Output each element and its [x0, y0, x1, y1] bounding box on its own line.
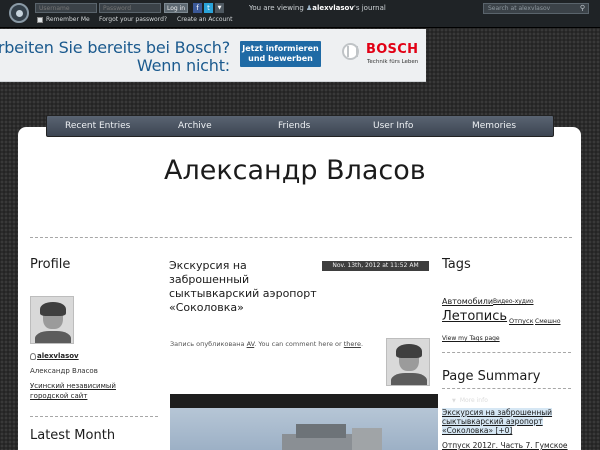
profile-heading: Profile: [30, 257, 71, 272]
nav-user-info[interactable]: User Info: [373, 121, 413, 131]
search-placeholder: Search at alexvlasov: [488, 5, 551, 12]
tag-link[interactable]: Отпуск: [509, 317, 534, 325]
journal-nav: Recent Entries Archive Friends User Info…: [46, 115, 554, 137]
post-author-avatar[interactable]: [386, 338, 430, 386]
page-summary-heading: Page Summary: [442, 369, 541, 384]
post-image[interactable]: [170, 394, 438, 450]
tag-link[interactable]: Видео-худио: [493, 298, 534, 305]
viewing-prefix: You are viewing: [249, 4, 304, 12]
page-summary-divider: [442, 388, 571, 389]
nav-recent-entries[interactable]: Recent Entries: [65, 121, 130, 131]
search-icon[interactable]: ⚲: [580, 4, 585, 13]
viewing-suffix: 's journal: [353, 4, 386, 12]
viewing-user-link[interactable]: alexvlasov: [312, 4, 354, 12]
ad-cta-line1: Jetzt informieren: [242, 44, 319, 53]
nav-memories[interactable]: Memories: [472, 121, 516, 131]
nav-friends[interactable]: Friends: [278, 121, 310, 131]
remember-me-label: Remember Me: [46, 16, 90, 23]
ad-cta-button[interactable]: Jetzt informieren und bewerben: [240, 41, 321, 67]
journal-title[interactable]: Александр Власов: [164, 155, 426, 186]
profile-avatar[interactable]: [30, 296, 74, 344]
summary-entry-link[interactable]: Экскурсия на заброшенный сыктывкарский аэ…: [442, 408, 572, 435]
more-info-toggle[interactable]: More info: [452, 397, 488, 404]
ad-cta-line2: und bewerben: [248, 54, 313, 63]
livejournal-logo-icon[interactable]: [9, 3, 29, 23]
header-divider: [30, 237, 572, 238]
ad-tagline: Technik fürs Leben: [367, 59, 419, 65]
tag-link[interactable]: Летопись: [442, 309, 507, 324]
post-title[interactable]: Экскурсия на заброшенный сыктывкарский а…: [169, 259, 329, 315]
twitter-icon[interactable]: t: [204, 3, 213, 13]
password-input[interactable]: [99, 3, 161, 13]
user-icon: [30, 352, 36, 360]
facebook-icon[interactable]: f: [193, 3, 202, 13]
latest-month-heading: Latest Month: [30, 428, 116, 443]
create-account-link[interactable]: Create an Account: [177, 16, 232, 23]
tags-divider: [442, 352, 571, 353]
profile-username[interactable]: alexvlasov: [30, 352, 79, 360]
profile-fullname: Александр Власов: [30, 367, 98, 375]
tag-link[interactable]: Смешно: [535, 318, 561, 325]
summary-entry-link[interactable]: Отпуск 2012г. Часть 7. Гумское: [442, 441, 572, 450]
post-there-link[interactable]: there: [344, 340, 361, 348]
nav-archive[interactable]: Archive: [178, 121, 212, 131]
profile-site-link[interactable]: Усинский независимый городской сайт: [30, 381, 116, 401]
ad-brand: BOSCH: [366, 42, 419, 57]
login-button[interactable]: Log in: [164, 3, 188, 13]
bosch-logo-icon: [342, 43, 359, 60]
sidebar-divider: [30, 416, 158, 417]
more-login-options-icon[interactable]: ▼: [215, 3, 224, 13]
username-input[interactable]: [35, 3, 97, 13]
tags-heading: Tags: [442, 257, 471, 272]
remember-me-checkbox[interactable]: [37, 17, 43, 23]
post-meta: Запись опубликована AV. You can comment …: [170, 340, 364, 348]
journal-search-input[interactable]: Search at alexvlasov ⚲: [483, 3, 589, 14]
post-date: Nov. 13th, 2012 at 11:52 AM: [322, 261, 429, 271]
tag-link[interactable]: Автомобили: [442, 297, 493, 306]
viewing-notice: You are viewing ♟alexvlasov's journal: [249, 4, 386, 12]
ad-banner[interactable]: Arbeiten Sie bereits bei Bosch? Wenn nic…: [0, 29, 426, 82]
ad-subline: Wenn nicht:: [136, 56, 230, 75]
top-bar: Log in f t ▼ Remember Me Forgot your pas…: [0, 0, 600, 28]
forgot-password-link[interactable]: Forgot your password?: [99, 16, 167, 23]
view-tags-link[interactable]: View my Tags page: [442, 335, 500, 342]
ad-headline: Arbeiten Sie bereits bei Bosch?: [0, 38, 230, 57]
